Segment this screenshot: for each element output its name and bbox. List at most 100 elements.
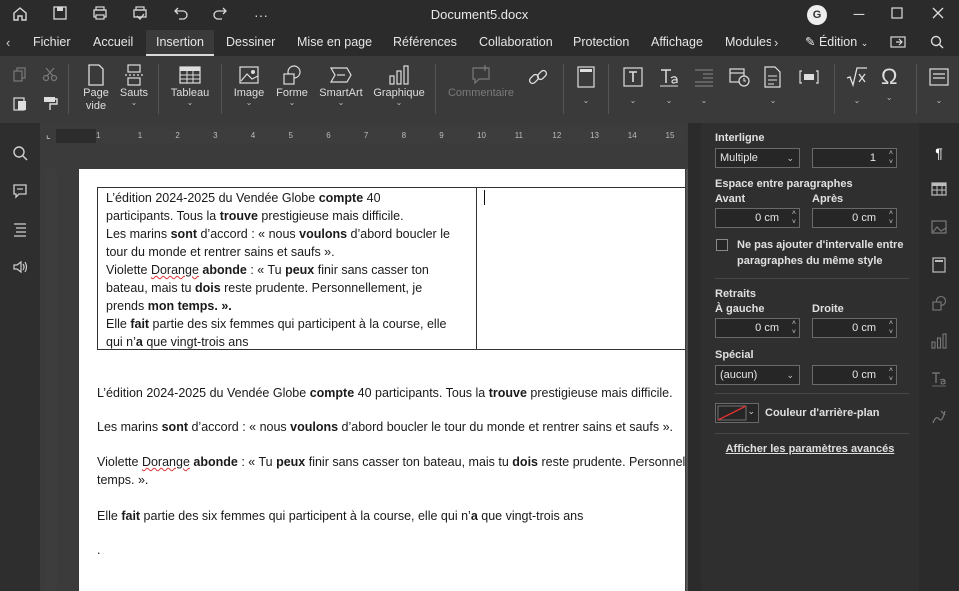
close-icon[interactable]: [925, 4, 951, 26]
title-bar: ··· Document5.docx G ─: [0, 0, 959, 30]
tabs-scroll-right-icon[interactable]: ›: [774, 30, 778, 56]
spacing-before-input[interactable]: 0 cm ˄ ˅: [715, 208, 800, 228]
text-run: L’édition 2024-2025 du Vendée Globe: [106, 191, 319, 205]
spinner-icon[interactable]: ˄ ˅: [889, 319, 893, 337]
paragraph-3[interactable]: Violette Dorange abonde : « Tu peux fini…: [97, 453, 685, 471]
line-spacing-value-input[interactable]: 1 ˄ ˅: [812, 148, 897, 168]
cut-icon[interactable]: [42, 66, 58, 85]
line-spacing-mode-select[interactable]: Multiple ⌄: [715, 148, 800, 168]
chart-button[interactable]: Graphique ⌄: [371, 64, 427, 107]
comment-button[interactable]: Commentaire: [446, 64, 516, 99]
textbox-icon: [623, 67, 643, 87]
open-location-icon[interactable]: [880, 30, 916, 56]
spinner-icon[interactable]: ˄ ˅: [889, 366, 893, 384]
tabs-scroll-left-icon[interactable]: ‹: [6, 30, 10, 56]
image-settings-icon[interactable]: [929, 219, 949, 239]
shape-settings-icon[interactable]: [929, 295, 949, 315]
header-footer-button[interactable]: ⌄: [576, 66, 596, 105]
symbol-button[interactable]: Ω ⌄: [881, 66, 897, 102]
tab-protection[interactable]: Protection: [563, 30, 639, 56]
paragraph-5[interactable]: .: [97, 541, 100, 559]
spinner-icon[interactable]: ˄ ˅: [889, 149, 893, 167]
document-page[interactable]: L’édition 2024-2025 du Vendée Globe comp…: [79, 169, 685, 591]
right-indent-input[interactable]: 0 cm ˄ ˅: [812, 318, 897, 338]
smartart-button[interactable]: SmartArt ⌄: [316, 64, 366, 107]
table-settings-icon[interactable]: [929, 181, 949, 201]
tab-references[interactable]: Références: [383, 30, 467, 56]
equation-button[interactable]: ⌄: [845, 66, 869, 105]
text-run: d’accord : « nous: [197, 227, 300, 241]
special-indent-input[interactable]: 0 cm ˄ ˅: [812, 365, 897, 385]
line-spacing-label: Interligne: [715, 132, 765, 144]
no-interval-checkbox[interactable]: [716, 239, 728, 251]
left-indent-input[interactable]: 0 cm ˄ ˅: [715, 318, 800, 338]
more-tools-button[interactable]: ⌄: [928, 66, 950, 105]
blank-page-button[interactable]: Page vide: [79, 64, 113, 112]
before-label: Avant: [715, 193, 746, 205]
paragraph-1[interactable]: L’édition 2024-2025 du Vendée Globe comp…: [97, 384, 673, 402]
paste-icon[interactable]: [12, 95, 28, 114]
paragraph-3-cont[interactable]: temps. ».: [97, 471, 148, 489]
special-indent-mode: (aucun): [720, 369, 758, 381]
vertical-scrollbar[interactable]: [686, 169, 688, 591]
edit-mode-button[interactable]: ✎ Édition ⌄: [795, 30, 878, 56]
signature-icon[interactable]: [929, 409, 949, 429]
vertical-ruler[interactable]: [45, 169, 57, 591]
paragraph-icon[interactable]: ¶: [929, 143, 949, 163]
tab-mise-en-page[interactable]: Mise en page: [287, 30, 382, 56]
tab-fichier[interactable]: Fichier: [23, 30, 81, 56]
speaker-icon[interactable]: [10, 259, 30, 279]
spinner-icon[interactable]: ˄ ˅: [792, 209, 796, 227]
text-art-settings-icon[interactable]: [929, 371, 949, 391]
text-art-button[interactable]: ⌄: [658, 66, 680, 105]
tab-insertion[interactable]: Insertion: [146, 30, 214, 56]
table-button[interactable]: Tableau ⌄: [169, 64, 211, 107]
indents-label: Retraits: [715, 288, 756, 300]
spinner-icon[interactable]: ˄ ˅: [889, 209, 893, 227]
format-painter-icon[interactable]: [42, 95, 58, 114]
spacing-after-input[interactable]: 0 cm ˄ ˅: [812, 208, 897, 228]
background-color-picker[interactable]: ⌄: [715, 403, 759, 423]
header-footer-settings-icon[interactable]: [929, 257, 949, 277]
navigation-icon[interactable]: [10, 221, 30, 241]
paragraph-4[interactable]: Elle fait partie des six femmes qui part…: [97, 507, 583, 525]
spinner-icon[interactable]: ˄ ˅: [792, 319, 796, 337]
tab-modules[interactable]: Modules: [715, 30, 771, 56]
maximize-icon[interactable]: [884, 4, 910, 26]
text-run: 40 participants. Tous la: [354, 386, 489, 400]
tab-collaboration[interactable]: Collaboration: [469, 30, 563, 56]
tab-stop-selector[interactable]: ⌞: [46, 130, 56, 142]
special-indent-select[interactable]: (aucun) ⌄: [715, 365, 800, 385]
text-run: Elle: [97, 509, 122, 523]
field-button[interactable]: ⌄: [763, 66, 783, 105]
copy-icon[interactable]: [12, 66, 28, 85]
paragraph-2[interactable]: Les marins sont d’accord : « nous voulon…: [97, 418, 673, 436]
search-icon[interactable]: [920, 30, 954, 56]
omega-icon: Ω: [881, 64, 898, 89]
document-table[interactable]: L’édition 2024-2025 du Vendée Globe comp…: [97, 187, 685, 350]
text-run: finir sans casser ton: [314, 263, 429, 277]
shape-button[interactable]: Forme ⌄: [274, 64, 310, 107]
link-icon[interactable]: [527, 66, 549, 91]
document-area: ⌞ 1 1 2 3 4 5 6 7 8 9 10 11 12 13 14 15 L’édition 2024-…: [40, 123, 688, 591]
bold-word: sont: [170, 227, 197, 241]
textbox-button[interactable]: ⌄: [622, 66, 644, 105]
drop-cap-button[interactable]: ⌄: [693, 66, 715, 105]
tab-dessiner[interactable]: Dessiner: [216, 30, 285, 56]
avatar[interactable]: G: [807, 5, 827, 25]
breaks-button[interactable]: Sauts ⌄: [117, 64, 151, 107]
find-icon[interactable]: [10, 145, 30, 165]
minimize-icon[interactable]: ─: [846, 4, 872, 26]
chart-settings-icon[interactable]: [929, 333, 949, 353]
content-control-icon[interactable]: [798, 68, 820, 89]
tab-accueil[interactable]: Accueil: [83, 30, 143, 56]
misspelled-word: Dorange: [141, 455, 190, 469]
horizontal-ruler[interactable]: 1 1 2 3 4 5 6 7 8 9 10 11 12 13 14 15: [56, 129, 684, 143]
tab-affichage[interactable]: Affichage: [641, 30, 713, 56]
image-button[interactable]: Image ⌄: [232, 64, 266, 107]
advanced-settings-link[interactable]: Afficher les paramètres avancés: [701, 443, 919, 455]
date-time-button[interactable]: [728, 66, 750, 91]
table-cell[interactable]: L’édition 2024-2025 du Vendée Globe comp…: [98, 188, 477, 349]
comments-icon[interactable]: [10, 183, 30, 203]
comment-icon: [472, 65, 490, 85]
